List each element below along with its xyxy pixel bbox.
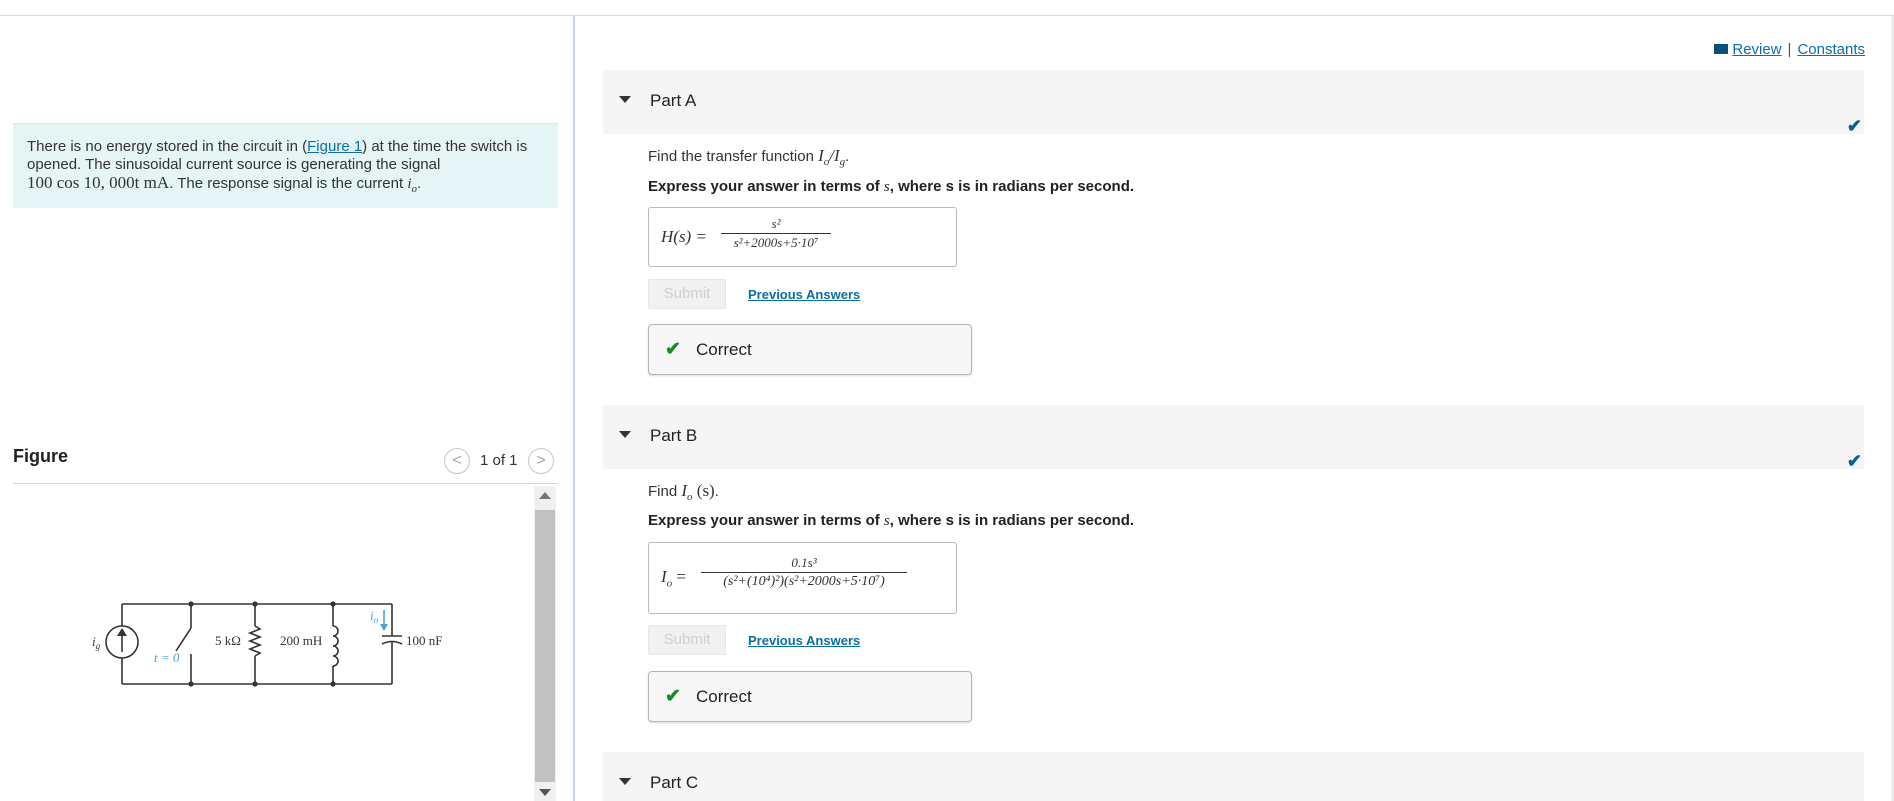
constants-link[interactable]: Constants <box>1797 41 1865 58</box>
answer-denominator: (s²+(10⁴)²)(s²+2000s+5·10⁷) <box>723 574 885 589</box>
link-separator: | <box>1787 41 1792 58</box>
problem-statement: There is no energy stored in the circuit… <box>13 123 558 208</box>
book-icon <box>1714 44 1729 54</box>
part-c-title: Part C <box>650 773 699 792</box>
column-divider[interactable] <box>573 16 575 801</box>
source-label: ig <box>92 634 101 651</box>
correct-check-icon: ✔ <box>665 339 681 360</box>
fraction-bar <box>701 572 907 573</box>
answer-fraction: 0.1s³ (s²+(10⁴)²)(s²+2000s+5·10⁷) <box>701 555 907 590</box>
collapse-caret-icon[interactable] <box>619 778 631 785</box>
capacitor-label: 100 nF <box>406 633 442 648</box>
switch-label: t = 0 <box>154 650 180 665</box>
part-b-feedback: ✔ Correct <box>648 671 972 722</box>
intro-period: . <box>417 175 422 192</box>
scroll-up-icon[interactable] <box>539 492 551 499</box>
current-arrow-head-icon <box>380 624 388 631</box>
part-c-header[interactable]: Part C <box>603 752 1864 801</box>
part-a-header[interactable]: Part A <box>603 70 1864 134</box>
answer-fraction: s² s²+2000s+5·10⁷ <box>721 216 831 251</box>
current-label: io <box>370 608 379 625</box>
collapse-caret-icon[interactable] <box>619 96 631 103</box>
part-b-submit-button[interactable]: Submit <box>648 625 726 655</box>
part-a-submit-button[interactable]: Submit <box>648 279 726 309</box>
figure-prev-button[interactable]: < <box>444 448 470 474</box>
intro-text-3: . The response signal is the current <box>169 175 408 192</box>
scroll-down-icon[interactable] <box>539 789 551 796</box>
part-b-prompt: Find Io (s). <box>648 481 719 503</box>
answer-denominator: s²+2000s+5·10⁷ <box>733 235 819 250</box>
figure-counter: 1 of 1 <box>480 452 518 469</box>
part-b-check-icon: ✔ <box>1846 451 1862 471</box>
review-link[interactable]: Review <box>1732 41 1781 58</box>
top-bar <box>0 0 1894 16</box>
answer-numerator: s² <box>771 216 781 231</box>
figure-next-button[interactable]: > <box>528 448 554 474</box>
part-b-instructions: Express your answer in terms of s, where… <box>648 512 1135 529</box>
circuit-diagram: ig t = 0 5 kΩ 200 mH io 100 nF <box>92 601 442 687</box>
part-b-previous-answers-link[interactable]: Previous Answers <box>748 633 860 648</box>
figure-link[interactable]: Figure 1 <box>307 138 362 155</box>
signal-expression: 100 cos 10, 000t mA <box>27 173 170 192</box>
fraction-bar <box>721 233 831 234</box>
answer-numerator: 0.1s³ <box>791 555 817 570</box>
part-a-feedback: ✔ Correct <box>648 324 972 375</box>
header-links: Review | Constants <box>1714 41 1865 58</box>
part-a-previous-answers-link[interactable]: Previous Answers <box>748 287 860 302</box>
answer-lhs: H(s) = <box>661 227 707 246</box>
scroll-thumb[interactable] <box>535 510 555 782</box>
resistor-label: 5 kΩ <box>215 633 241 648</box>
figure-divider <box>13 483 558 484</box>
correct-check-icon: ✔ <box>665 686 681 707</box>
part-a-prompt: Find the transfer function Io/Ig. <box>648 146 850 168</box>
feedback-label: Correct <box>696 687 752 706</box>
collapse-caret-icon[interactable] <box>619 431 631 438</box>
part-a-answer-field[interactable]: H(s) = s² s²+2000s+5·10⁷ <box>648 207 957 267</box>
inductor-label: 200 mH <box>280 633 322 648</box>
figure-title: Figure <box>13 446 69 466</box>
answer-lhs: Io = <box>661 567 687 590</box>
part-b-title: Part B <box>650 426 698 445</box>
intro-text: There is no energy stored in the circuit… <box>27 138 308 155</box>
part-a-title: Part A <box>650 91 697 110</box>
part-b-header[interactable]: Part B <box>603 405 1864 469</box>
part-a-check-icon: ✔ <box>1846 116 1862 136</box>
part-a-instructions: Express your answer in terms of s, where… <box>648 178 1135 195</box>
part-b-answer-field[interactable]: Io = 0.1s³ (s²+(10⁴)²)(s²+2000s+5·10⁷) <box>648 542 957 614</box>
figure-scrollbar[interactable] <box>534 486 556 801</box>
feedback-label: Correct <box>696 340 752 359</box>
source-arrow-head-icon <box>117 628 127 636</box>
